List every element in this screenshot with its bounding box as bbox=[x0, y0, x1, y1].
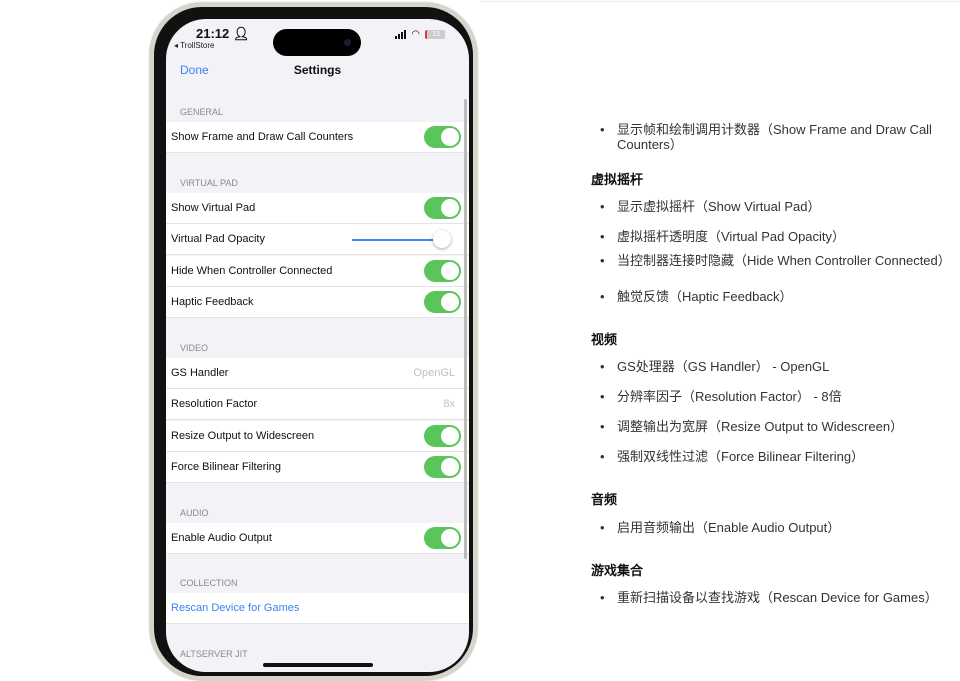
section-header: VIDEO bbox=[180, 343, 209, 353]
doc-item-text: 启用音频输出（Enable Audio Output） bbox=[617, 520, 841, 535]
doc-list-item: 调整输出为宽屏（Resize Output to Widescreen） bbox=[600, 419, 956, 434]
toggle-switch[interactable] bbox=[424, 455, 461, 478]
toggle-switch[interactable] bbox=[424, 259, 461, 282]
settings-row: Virtual Pad Opacity bbox=[166, 224, 469, 256]
phone-frame: 21:12 👤︎ ◂ TrollStore ◠ 13 Done Settings… bbox=[150, 3, 477, 680]
doc-list-item: 显示帧和绘制调用计数器（Show Frame and Draw Call Cou… bbox=[600, 122, 956, 152]
settings-screen: 21:12 👤︎ ◂ TrollStore ◠ 13 Done Settings… bbox=[166, 19, 469, 672]
page-title: Settings bbox=[293, 63, 342, 77]
divider bbox=[480, 1, 960, 2]
row-label: Resolution Factor bbox=[171, 398, 258, 411]
section-header: VIRTUAL PAD bbox=[180, 178, 238, 188]
doc-heading: 音频 bbox=[591, 492, 618, 507]
doc-item-text: 显示虚拟摇杆（Show Virtual Pad） bbox=[617, 199, 821, 214]
row-value[interactable]: OpenGL bbox=[413, 367, 455, 379]
doc-item-text: 触觉反馈（Haptic Feedback） bbox=[617, 289, 793, 304]
doc-item-text: 调整输出为宽屏（Resize Output to Widescreen） bbox=[617, 419, 904, 434]
settings-row: Show Virtual Pad bbox=[166, 193, 469, 224]
row-label: Resize Output to Widescreen bbox=[171, 429, 315, 442]
row-label: Show Virtual Pad bbox=[171, 202, 256, 214]
doc-list-item: 分辨率因子（Resolution Factor） - 8倍 bbox=[600, 389, 956, 404]
row-label: Haptic Feedback bbox=[171, 295, 254, 308]
doc-item-text: 显示帧和绘制调用计数器（Show Frame and Draw Call Cou… bbox=[617, 122, 932, 152]
toggle-switch[interactable] bbox=[424, 197, 461, 219]
row-label: Enable Audio Output bbox=[171, 532, 272, 544]
doc-heading: 虚拟摇杆 bbox=[591, 172, 644, 187]
person-icon: 👤︎ bbox=[232, 26, 250, 41]
doc-item-text: 虚拟摇杆透明度（Virtual Pad Opacity） bbox=[617, 229, 846, 244]
signal-icon bbox=[395, 30, 407, 39]
doc-heading: 视频 bbox=[591, 332, 618, 347]
status-icons: ◠ 13 bbox=[395, 29, 445, 40]
toggle-switch[interactable] bbox=[424, 424, 461, 447]
row-label: GS Handler bbox=[171, 367, 229, 379]
doc-list-item: 当控制器连接时隐藏（Hide When Controller Connected… bbox=[600, 253, 956, 268]
camera-icon bbox=[344, 39, 351, 46]
back-to-trollstore[interactable]: ◂ TrollStore bbox=[174, 41, 214, 50]
row-label: Show Frame and Draw Call Counters bbox=[171, 131, 354, 143]
doc-item-text: 分辨率因子（Resolution Factor） - 8倍 bbox=[617, 389, 842, 404]
settings-row: Resize Output to Widescreen bbox=[166, 420, 469, 452]
doc-list-item: 显示虚拟摇杆（Show Virtual Pad） bbox=[600, 199, 956, 214]
settings-row: Haptic Feedback bbox=[166, 286, 469, 318]
doc-list-item: 重新扫描设备以查找游戏（Rescan Device for Games） bbox=[600, 590, 956, 605]
settings-row: Force Bilinear Filtering bbox=[166, 451, 469, 483]
section-header: AUDIO bbox=[180, 508, 209, 518]
settings-row: Show Frame and Draw Call Counters bbox=[166, 122, 469, 153]
section-header: GENERAL bbox=[180, 107, 224, 117]
doc-item-text: 当控制器连接时隐藏（Hide When Controller Connected… bbox=[617, 253, 951, 268]
rescan-link[interactable]: Rescan Device for Games bbox=[171, 602, 299, 614]
settings-row: Hide When Controller Connected bbox=[166, 255, 469, 287]
doc-heading: 游戏集合 bbox=[591, 563, 644, 578]
doc-list-item: 虚拟摇杆透明度（Virtual Pad Opacity） bbox=[600, 229, 956, 244]
opacity-slider[interactable] bbox=[352, 239, 442, 242]
scrollbar[interactable] bbox=[464, 99, 467, 559]
row-label: Force Bilinear Filtering bbox=[171, 460, 282, 473]
row-label: Hide When Controller Connected bbox=[171, 264, 333, 277]
row-label: Virtual Pad Opacity bbox=[171, 233, 265, 246]
settings-row[interactable]: GS Handler OpenGL bbox=[166, 358, 469, 389]
section-header: COLLECTION bbox=[180, 578, 238, 588]
settings-row[interactable]: Resolution Factor 8x bbox=[166, 389, 469, 421]
row-value[interactable]: 8x bbox=[443, 398, 455, 410]
home-indicator[interactable] bbox=[263, 663, 373, 667]
toggle-switch[interactable] bbox=[424, 126, 461, 148]
settings-row[interactable]: Rescan Device for Games bbox=[166, 593, 469, 624]
status-time: 21:12 👤︎ bbox=[196, 26, 250, 41]
doc-item-text: 强制双线性过滤（Force Bilinear Filtering） bbox=[617, 449, 865, 464]
doc-list-item: GS处理器（GS Handler） - OpenGL bbox=[600, 359, 956, 374]
doc-item-text: GS处理器（GS Handler） - OpenGL bbox=[617, 359, 830, 374]
doc-list-item: 触觉反馈（Haptic Feedback） bbox=[600, 289, 956, 304]
wifi-icon: ◠ bbox=[411, 29, 420, 40]
slider-knob[interactable] bbox=[433, 230, 451, 249]
toggle-switch[interactable] bbox=[424, 527, 461, 549]
doc-list-item: 强制双线性过滤（Force Bilinear Filtering） bbox=[600, 449, 956, 464]
toggle-switch[interactable] bbox=[424, 290, 461, 313]
dynamic-island bbox=[273, 29, 361, 56]
doc-list-item: 启用音频输出（Enable Audio Output） bbox=[600, 520, 956, 535]
section-header: ALTSERVER JIT bbox=[180, 649, 248, 659]
doc-item-text: 重新扫描设备以查找游戏（Rescan Device for Games） bbox=[617, 590, 938, 605]
battery-icon: 13 bbox=[425, 30, 445, 39]
settings-row: Enable Audio Output bbox=[166, 523, 469, 554]
